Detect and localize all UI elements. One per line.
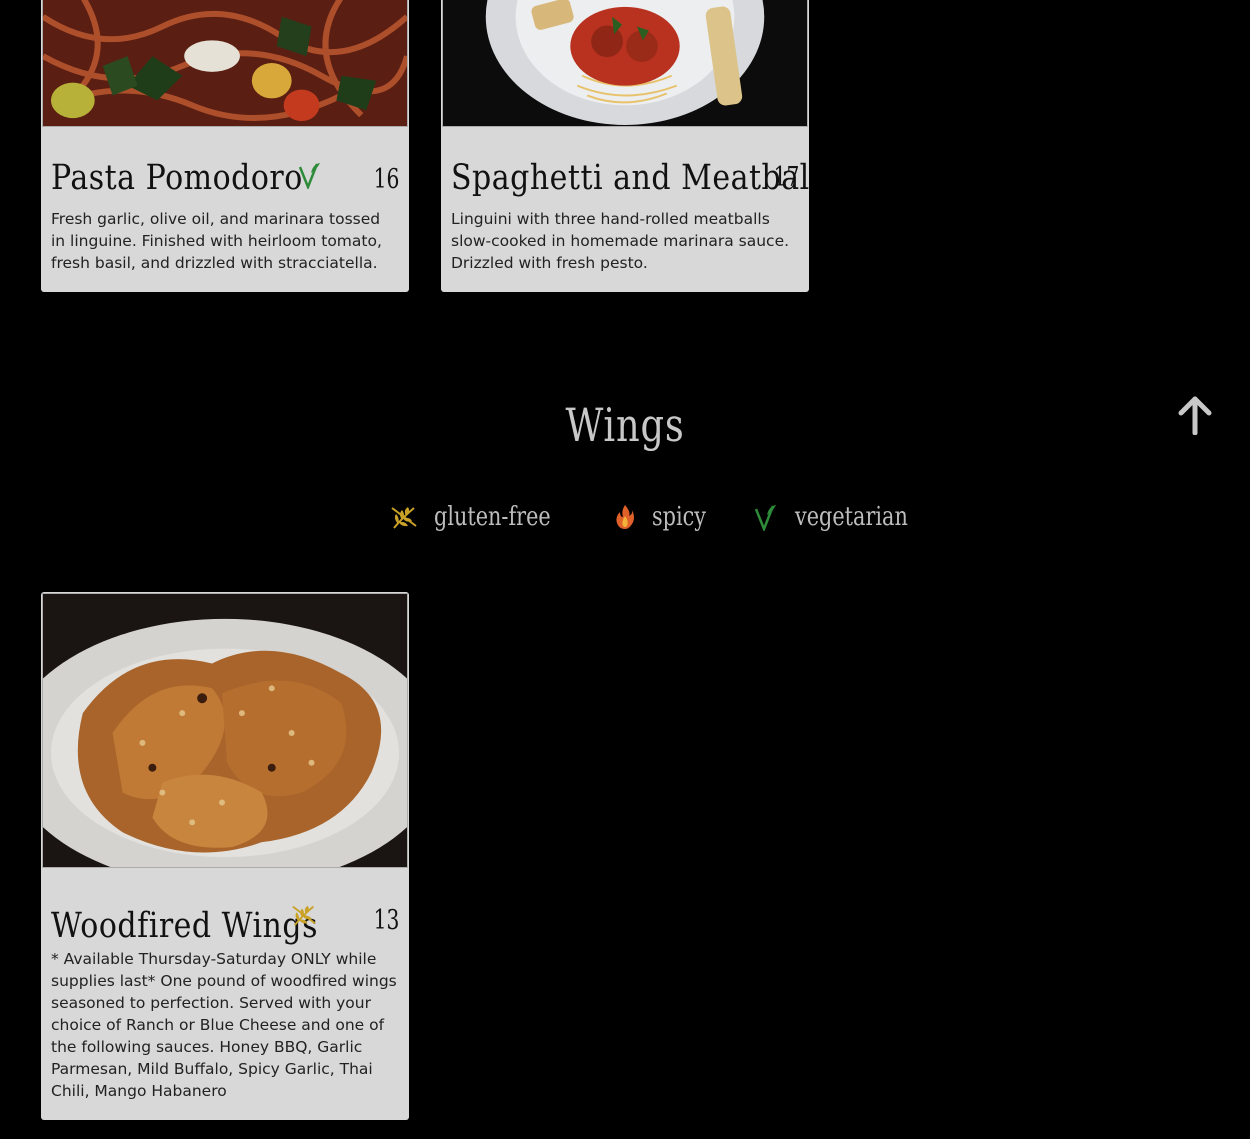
legend-label: vegetarian [795,502,909,532]
legend-spicy: spicy [614,502,720,532]
dish-photo [442,0,808,127]
item-name: Pasta Pomodoro [51,158,303,199]
item-price: 13 [373,905,399,936]
wheat-slash-icon [391,507,417,529]
dish-photo [42,593,408,868]
menu-item-card: Woodfired Wings 13 * Available Thursday-… [41,592,409,1120]
arrow-up-icon [1178,396,1212,436]
legend-vegetarian: vegetarian [753,502,936,532]
menu-item-card: Pasta Pomodoro 16 Fresh garlic, olive oi… [41,0,409,292]
item-price: 16 [373,164,399,195]
legend-label: gluten-free [434,502,551,532]
vegetarian-icon [298,163,320,189]
gluten-free-icon [292,905,316,926]
item-name: Woodfired Wings [51,906,318,947]
flame-icon [616,505,634,529]
item-description: Linguini with three hand-rolled meatball… [451,210,790,272]
menu-item-card: Spaghetti and Meatballs 17 Linguini with… [441,0,809,292]
back-to-top-button[interactable] [1177,395,1213,436]
section-title: Wings [565,398,685,452]
item-description: * Available Thursday-Saturday ONLY while… [51,950,397,1100]
dish-photo [42,0,408,127]
legend-gluten-free: gluten-free [390,502,580,532]
item-name: Spaghetti and Meatballs [451,158,809,199]
item-price: 17 [773,162,799,193]
diet-legend: gluten-free spicy vegetarian [390,497,971,537]
item-description: Fresh garlic, olive oil, and marinara to… [51,210,382,272]
leaf-v-icon [755,505,777,531]
legend-label: spicy [651,502,706,532]
